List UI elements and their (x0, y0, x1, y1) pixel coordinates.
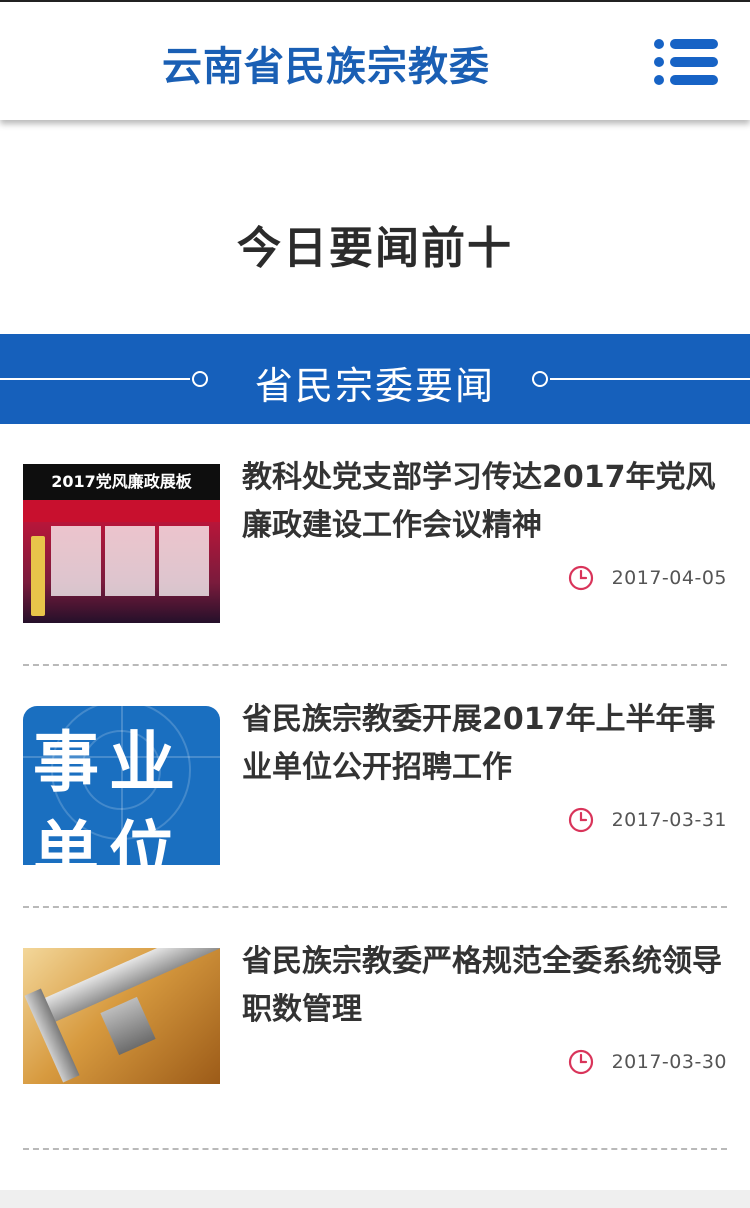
thumb-text: 单位 (33, 814, 185, 866)
clock-icon (568, 1049, 593, 1075)
news-date: 2017-03-30 (611, 1051, 727, 1073)
site-title[interactable]: 云南省民族宗教委 (0, 34, 652, 92)
site-header: 云南省民族宗教委 (0, 2, 750, 120)
news-item[interactable]: 2017党风廉政展板 教科处党支部学习传达2017年党风廉政建设工作会议精神 2… (0, 460, 750, 706)
page-heading: 今日要闻前十 (237, 223, 513, 274)
section-title: 省民宗委要闻 (254, 364, 495, 408)
clock-icon (568, 565, 593, 591)
news-date: 2017-04-05 (611, 567, 727, 589)
clock-icon (568, 807, 593, 833)
section-divider-right (550, 378, 750, 380)
news-item[interactable]: 省民族宗教委严格规范全委系统领导职数管理 2017-03-30 (0, 944, 750, 1190)
menu-button[interactable] (648, 32, 724, 94)
news-thumbnail[interactable] (23, 948, 220, 1084)
news-thumbnail[interactable]: 事业 单位 (23, 706, 220, 865)
news-title[interactable]: 省民族宗教委开展2017年上半年事业单位公开招聘工作 (242, 696, 732, 792)
item-divider (23, 664, 727, 666)
thumb-caption: 2017党风廉政展板 (23, 464, 220, 500)
news-thumbnail[interactable]: 2017党风廉政展板 (23, 464, 220, 623)
news-date: 2017-03-31 (611, 809, 727, 831)
footer-strip (0, 1190, 750, 1208)
news-meta: 2017-04-05 (568, 564, 727, 592)
news-item[interactable]: 事业 单位 省民族宗教委开展2017年上半年事业单位公开招聘工作 2017-03… (0, 702, 750, 948)
news-meta: 2017-03-30 (568, 1048, 727, 1076)
section-header: 省民宗委要闻 (0, 334, 750, 424)
news-title[interactable]: 教科处党支部学习传达2017年党风廉政建设工作会议精神 (242, 454, 732, 550)
news-title[interactable]: 省民族宗教委严格规范全委系统领导职数管理 (242, 938, 732, 1034)
item-divider (23, 906, 727, 908)
news-meta: 2017-03-31 (568, 806, 727, 834)
thumb-text: 事业 (33, 724, 185, 801)
section-circle-right (532, 371, 548, 387)
item-divider (23, 1148, 727, 1150)
